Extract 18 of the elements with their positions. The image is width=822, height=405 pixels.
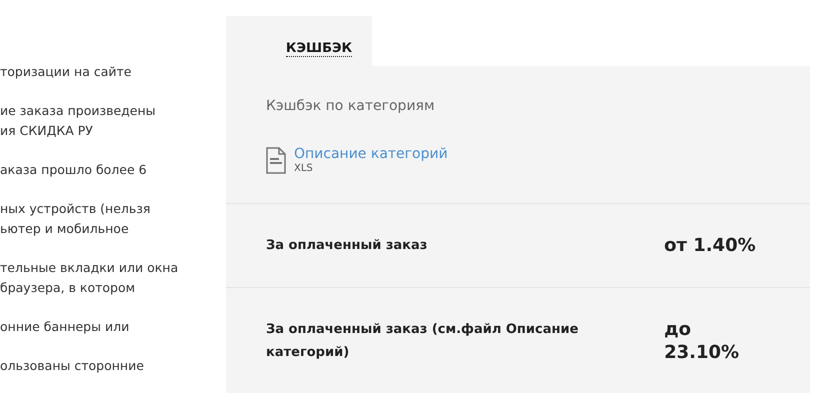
rate-value: до 23.10% [664,318,740,364]
rate-label: За оплаченный заказ [266,237,428,255]
spreadsheet-file-icon [266,146,286,174]
condition-text: торизации на сайте [0,63,132,81]
rate-label: За оплаченный заказ (см.файл Описание категорий) [266,320,580,362]
condition-text: аказа прошло более 6 [0,161,148,179]
section-subtitle: Кэшбэк по категориям [265,97,436,116]
condition-text: ных устройств (нельзя [0,200,152,218]
condition-text: тельные вкладки или окна [0,259,180,277]
condition-text: онние баннеры или [0,318,130,336]
condition-text: ьютер и мобильное [0,220,130,238]
condition-text: ия СКИДКА РУ [0,122,94,140]
condition-text: ие заказа произведены [0,102,157,120]
file-type: XLS [294,163,314,175]
tab[interactable]: КЭШБЭК [226,16,372,66]
rate-value: от 1.40% [664,234,757,257]
condition-text: ользованы сторонние [0,357,145,375]
condition-text: браузера, в котором [0,279,136,297]
